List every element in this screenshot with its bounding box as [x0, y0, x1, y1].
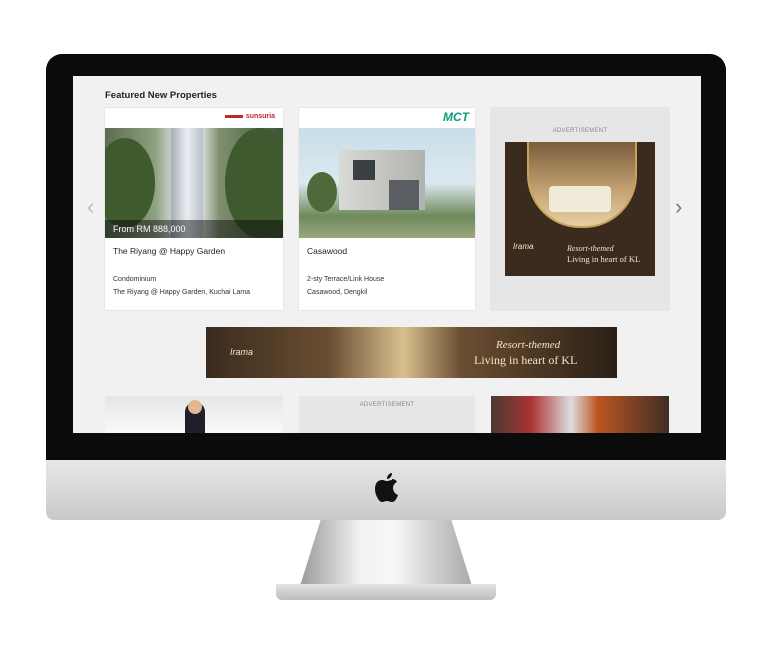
property-location: Casawood, Dengkil — [307, 289, 368, 296]
property-name[interactable]: Casawood — [307, 246, 347, 256]
property-name[interactable]: The Riyang @ Happy Garden — [113, 246, 225, 256]
property-card-riyang[interactable]: sunsuria From RM 888,000 The Riyang @ Ha… — [105, 108, 283, 310]
banner-subheadline: Living in heart of KL — [474, 353, 578, 367]
chevron-right-icon[interactable]: › — [675, 194, 682, 220]
ad-subheadline: Living in heart of KL — [567, 254, 641, 264]
developer-logo-icon: MCT — [443, 110, 469, 124]
property-card-casawood[interactable]: MCT Casawood 2-sty Terrace/Link House Ca… — [299, 108, 475, 310]
developer-logo-strip: sunsuria — [105, 108, 283, 128]
ad-card-bottom[interactable]: ADVERTISEMENT — [299, 396, 475, 433]
banner-brand-logo: Irama — [230, 347, 254, 357]
ad-bed-shape — [549, 186, 611, 212]
chevron-left-icon[interactable]: ‹ — [87, 194, 94, 220]
ad-image[interactable]: Irama Resort-themed Living in heart of K… — [505, 142, 655, 276]
price-tag: From RM 888,000 — [105, 220, 283, 238]
banner-headline: Resort-themed — [496, 339, 561, 351]
property-photo[interactable]: From RM 888,000 — [105, 128, 283, 238]
monitor-screen: Featured New Properties ‹ › sunsuria Fro… — [73, 76, 701, 433]
ad-brand-logo: Irama — [513, 242, 534, 251]
monitor-stand-foot — [276, 584, 496, 600]
agent-face — [188, 400, 202, 414]
tree-shape — [307, 172, 337, 212]
property-type: Condominium — [113, 276, 157, 283]
house-shape — [339, 150, 425, 210]
ad-card[interactable]: ADVERTISEMENT Irama Resort-themed Living… — [491, 108, 669, 310]
ad-banner[interactable]: Irama Resort-themed Living in heart of K… — [206, 327, 617, 378]
ad-room-shape — [527, 142, 637, 228]
developer-logo-icon: sunsuria — [224, 113, 275, 120]
ad-headline: Resort-themed — [567, 244, 614, 253]
developer-logo-strip: MCT — [299, 108, 475, 128]
ad-label: ADVERTISEMENT — [552, 128, 608, 134]
property-location: The Riyang @ Happy Garden, Kuchai Lama — [113, 289, 251, 296]
property-photo[interactable] — [299, 128, 475, 238]
monitor-stand-neck — [300, 520, 472, 586]
section-title: Featured New Properties — [105, 90, 217, 101]
property-type: 2-sty Terrace/Link House — [307, 276, 385, 283]
event-photo-card[interactable] — [491, 396, 669, 433]
agent-card[interactable] — [105, 396, 283, 433]
tree-shape — [105, 138, 155, 228]
ad-label: ADVERTISEMENT — [359, 402, 415, 408]
apple-logo-icon — [375, 473, 398, 502]
